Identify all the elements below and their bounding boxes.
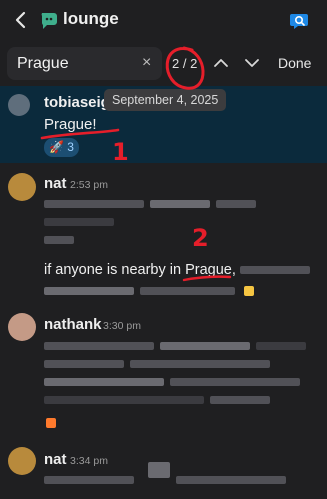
search-chat-icon[interactable]: [289, 10, 311, 32]
message-text: if anyone is nearby in Prague,: [44, 262, 236, 278]
done-button[interactable]: Done: [278, 55, 311, 71]
author-name[interactable]: nathank: [44, 316, 102, 333]
message-text-prefix: if anyone is nearby in: [44, 262, 186, 278]
previous-result-icon[interactable]: [213, 55, 229, 71]
search-query[interactable]: Prague: [17, 55, 69, 73]
search-match: Prague: [185, 262, 232, 278]
message-text: Prague!: [44, 116, 97, 133]
next-result-icon[interactable]: [244, 55, 260, 71]
message-text-suffix: ,: [231, 262, 236, 278]
avatar[interactable]: [8, 313, 36, 341]
author-name[interactable]: tobiaseig: [44, 94, 110, 111]
chevron-left-icon[interactable]: [10, 8, 32, 32]
annotation-2: 2: [192, 224, 209, 252]
reaction-chip[interactable]: 🚀 3: [44, 138, 79, 157]
date-tooltip: September 4, 2025: [104, 89, 227, 111]
clear-search-icon[interactable]: ×: [142, 54, 151, 72]
message-time: 3:34 pm: [70, 455, 108, 467]
avatar[interactable]: [8, 447, 36, 475]
reaction-count: 3: [67, 140, 74, 154]
message-time: 3:30 pm: [103, 320, 141, 332]
avatar[interactable]: [8, 173, 36, 201]
chat-bubble-icon: [41, 13, 57, 29]
channel-title: lounge: [63, 9, 119, 28]
result-counter: 2 / 2: [172, 56, 198, 71]
rocket-icon: 🚀: [49, 140, 64, 154]
avatar[interactable]: [8, 94, 30, 116]
author-name[interactable]: nat: [44, 175, 67, 192]
author-name[interactable]: nat: [44, 451, 67, 468]
message-time: 2:53 pm: [70, 179, 108, 191]
